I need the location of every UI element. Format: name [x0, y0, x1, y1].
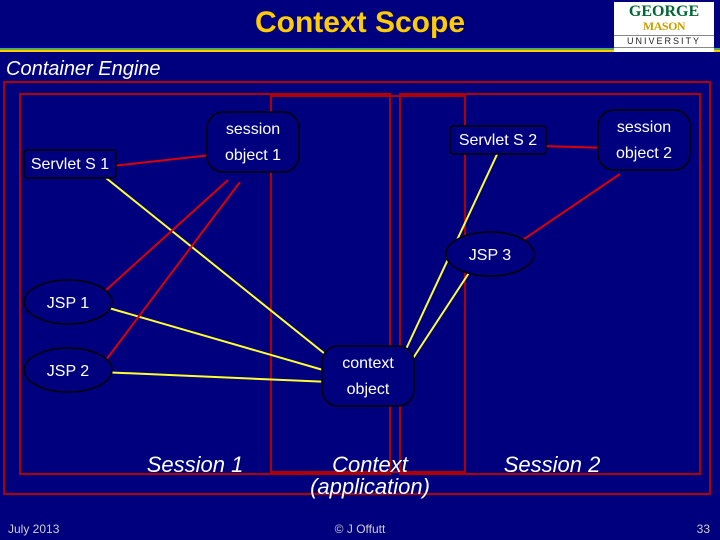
line-jsp2-context	[100, 372, 330, 382]
jsp1-label: JSP 1	[47, 295, 90, 312]
footer-copy: © J Offutt	[335, 522, 386, 536]
line-s1-sessobj	[112, 154, 220, 166]
servlet-s1-label: Servlet S 1	[31, 156, 109, 173]
jsp2-label: JSP 2	[47, 363, 90, 380]
logo-line2: MASON	[643, 19, 685, 33]
line-jsp1-context	[95, 304, 330, 372]
footer-date: July 2013	[8, 522, 59, 536]
context-obj-top: context	[342, 355, 394, 372]
page-title: Context Scope	[255, 6, 465, 39]
footer: July 2013 © J Offutt 33	[0, 516, 720, 540]
footer-page: 33	[697, 522, 710, 536]
session-obj2-top: session	[617, 119, 671, 136]
logo-line1: GEORGE	[629, 3, 699, 20]
servlet-s2-label: Servlet S 2	[459, 132, 537, 149]
session-obj2-bot: object 2	[616, 145, 672, 162]
logo-line3: UNIVERSITY	[614, 35, 714, 48]
session1-label: Session 1	[147, 452, 244, 477]
session2-label: Session 2	[504, 452, 601, 477]
jsp3-label: JSP 3	[469, 247, 512, 264]
session-obj1-bot: object 1	[225, 147, 281, 164]
logo: GEORGE MASON UNIVERSITY	[614, 2, 714, 52]
diagram-svg: Servlet S 1 Servlet S 2 session object 1…	[0, 52, 720, 500]
context-app-label2: (application)	[310, 474, 430, 499]
line-s1-context	[106, 178, 335, 362]
session-obj1-top: session	[226, 121, 280, 138]
line-jsp1-sessobj	[95, 180, 228, 300]
context-obj-bot: object	[347, 381, 390, 398]
